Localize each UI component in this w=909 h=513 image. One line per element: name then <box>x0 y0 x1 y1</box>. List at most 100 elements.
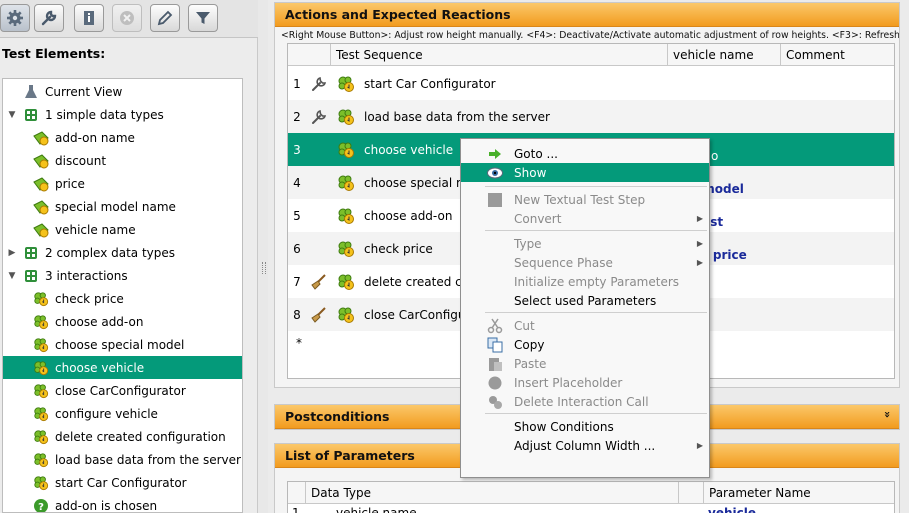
row-number: 1 <box>293 76 301 91</box>
test-step-label: choose special m <box>364 175 468 190</box>
textstep-icon <box>487 192 503 208</box>
menu-item-sequence-phase[interactable]: Sequence Phase ▶ <box>461 253 709 272</box>
param-row-index: 1 <box>292 506 300 513</box>
tree-item[interactable]: ? add-on is chosen <box>3 494 242 513</box>
placeholder-icon <box>487 375 503 391</box>
context-menu: Goto ... Show New Textual Test Step Convert… <box>460 138 710 478</box>
tree-item[interactable]: configure vehicle <box>3 402 242 425</box>
submenu-arrow-icon: ▶ <box>696 258 703 267</box>
test-step-label: choose add-on <box>364 208 453 223</box>
column-header-vehicle-name[interactable]: vehicle name <box>668 44 781 65</box>
menu-item-adjust-column-width[interactable]: Adjust Column Width ... ▶ <box>461 436 709 455</box>
menu-item-new-textual-test-step[interactable]: New Textual Test Step <box>461 190 709 209</box>
interaction-icon <box>33 383 49 399</box>
filter-icon <box>196 12 210 24</box>
column-header-parameter-name[interactable]: Parameter Name <box>704 482 894 503</box>
tree-item[interactable]: special model name <box>3 195 242 218</box>
row-3-vehicle-name-value: o <box>711 149 719 163</box>
tree-item[interactable]: choose special model <box>3 333 242 356</box>
tree-item[interactable]: discount <box>3 149 242 172</box>
menu-item-show-conditions[interactable]: Show Conditions <box>461 417 709 436</box>
tree-item[interactable]: choose add-on <box>3 310 242 333</box>
tools-tab-button[interactable] <box>34 4 64 32</box>
test-step-label: delete created co <box>364 274 470 289</box>
parameters-table-header: Data Type Parameter Name <box>288 482 894 504</box>
edit-tab-button[interactable] <box>150 4 180 32</box>
tree-item[interactable]: close CarConfigurator <box>3 379 242 402</box>
menu-item-label: Paste <box>514 356 547 371</box>
tree-item-label: choose special model <box>55 337 185 352</box>
tree-item[interactable]: load base data from the server <box>3 448 242 471</box>
menu-item-select-used-parameters[interactable]: Select used Parameters <box>461 291 709 310</box>
menu-item-copy[interactable]: Copy <box>461 335 709 354</box>
category-icon <box>23 245 39 261</box>
menu-item-type[interactable]: Type ▶ <box>461 234 709 253</box>
actions-hint-text: <Right Mouse Button>: Adjust row height … <box>281 30 899 41</box>
tree-item-label: Current View <box>45 84 123 99</box>
postconditions-section-title: Postconditions <box>285 409 390 424</box>
eye-icon <box>487 165 503 181</box>
tree-item[interactable]: choose vehicle <box>3 356 242 379</box>
menu-item-label: Show <box>514 165 547 180</box>
test-elements-tree[interactable]: Current View ▼ 1 simple data types add-on n… <box>2 78 243 513</box>
expand-chevron-icon[interactable]: » <box>881 411 894 418</box>
menu-item-label: Delete Interaction Call <box>514 394 649 409</box>
datatype-icon <box>33 153 49 169</box>
menu-item-paste[interactable]: Paste <box>461 354 709 373</box>
tree-item[interactable]: vehicle name <box>3 218 242 241</box>
menu-item-delete-interaction-call[interactable]: Delete Interaction Call <box>461 392 709 411</box>
tree-item[interactable]: ▼ 3 interactions <box>3 264 242 287</box>
tree-item-label: special model name <box>55 199 176 214</box>
tree-item[interactable]: delete created configuration <box>3 425 242 448</box>
menu-item-label: Adjust Column Width ... <box>514 438 656 453</box>
test-step-label: load base data from the server <box>364 109 550 124</box>
menu-item-show[interactable]: Show <box>461 163 709 182</box>
param-row-data-type[interactable]: vehicle name <box>336 506 417 513</box>
menu-item-cut[interactable]: Cut <box>461 316 709 335</box>
tree-item[interactable]: ▼ 1 simple data types <box>3 103 242 126</box>
row-number: 4 <box>293 175 301 190</box>
column-header-test-sequence[interactable]: Test Sequence <box>331 44 668 65</box>
settings-tab-button[interactable] <box>0 4 30 32</box>
menu-item-convert[interactable]: Convert ▶ <box>461 209 709 228</box>
tree-item-label: choose vehicle <box>55 360 145 375</box>
row-number: 5 <box>293 208 301 223</box>
menu-item-label: Cut <box>514 318 535 333</box>
column-header-data-type[interactable]: Data Type <box>306 482 679 503</box>
datatype-icon <box>33 222 49 238</box>
tree-item[interactable]: start Car Configurator <box>3 471 242 494</box>
tree-expander-icon[interactable]: ▶ <box>7 248 17 258</box>
table-row[interactable]: 1 start Car Configurator <box>288 67 894 100</box>
actions-section-header[interactable]: Actions and Expected Reactions <box>275 3 899 27</box>
panel-splitter-handle[interactable] <box>262 262 266 274</box>
filter-tab-button[interactable] <box>188 4 218 32</box>
param-row-name[interactable]: vehicle <box>708 506 756 513</box>
parameters-table[interactable]: Data Type Parameter Name 1 vehicle name … <box>287 481 895 513</box>
menu-item-label: Insert Placeholder <box>514 375 623 390</box>
tree-item-label: choose add-on <box>55 314 144 329</box>
tree-item[interactable]: price <box>3 172 242 195</box>
menu-separator <box>485 230 707 231</box>
interaction-icon <box>332 141 360 159</box>
info-tab-button[interactable] <box>74 4 104 32</box>
tree-item[interactable]: Current View <box>3 80 242 103</box>
tree-item[interactable]: check price <box>3 287 242 310</box>
tree-item[interactable]: add-on name <box>3 126 242 149</box>
param-col-index <box>288 482 306 503</box>
menu-item-label: Select used Parameters <box>514 293 657 308</box>
tree-item-label: add-on is chosen <box>55 498 158 513</box>
tree-expander-icon[interactable]: ▼ <box>7 110 17 120</box>
tree-expander-icon[interactable]: ▼ <box>7 271 17 281</box>
column-header-comment[interactable]: Comment <box>781 44 892 65</box>
column-header-index[interactable] <box>288 44 331 65</box>
menu-item-label: Convert <box>514 211 562 226</box>
disabled-tab-button[interactable] <box>112 4 142 32</box>
tree-item[interactable]: ▶ 2 complex data types <box>3 241 242 264</box>
interaction-icon <box>332 108 360 126</box>
column-header-blank[interactable] <box>679 482 704 503</box>
menu-item-initialize-empty-parameters[interactable]: Initialize empty Parameters <box>461 272 709 291</box>
menu-item-insert-placeholder[interactable]: Insert Placeholder <box>461 373 709 392</box>
new-row-marker[interactable]: * <box>296 336 302 350</box>
table-row[interactable]: 2 load base data from the server <box>288 100 894 133</box>
menu-item-goto[interactable]: Goto ... <box>461 144 709 163</box>
